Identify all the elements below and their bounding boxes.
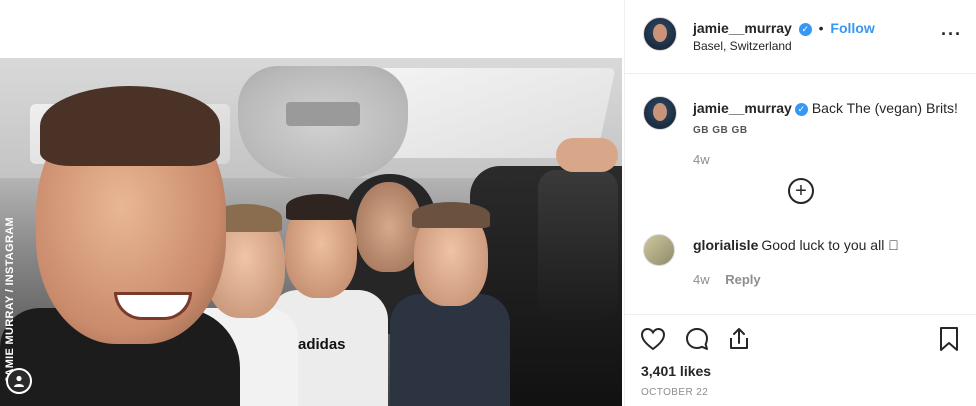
user-tag-icon[interactable] [6, 368, 32, 394]
caption-timestamp[interactable]: 4w [693, 152, 710, 167]
comment-timestamp[interactable]: 4w [693, 272, 710, 287]
heart-icon[interactable] [639, 325, 667, 353]
follow-button[interactable]: Follow [830, 20, 874, 36]
load-more-comments-icon[interactable]: + [788, 178, 814, 204]
avatar[interactable] [643, 96, 677, 130]
shirt-logo: adidas [298, 336, 346, 353]
verified-badge-icon: ✓ [798, 22, 812, 36]
caption-author[interactable]: jamie__murray [693, 100, 792, 116]
avatar[interactable] [643, 17, 677, 51]
comment-icon[interactable] [683, 325, 711, 353]
bookmark-icon[interactable] [935, 325, 963, 353]
person-hair [412, 202, 490, 228]
verified-badge-icon: ✓ [794, 102, 808, 116]
comment-author[interactable]: glorialisle [693, 237, 758, 253]
post-header: jamie__murray ✓ • Follow Basel, Switzerl… [625, 0, 976, 74]
post-sidebar: jamie__murray ✓ • Follow Basel, Switzerl… [624, 0, 976, 406]
author-username[interactable]: jamie__murray [693, 20, 792, 36]
share-icon[interactable] [725, 325, 753, 353]
avatar[interactable] [643, 234, 675, 266]
likes-count[interactable]: 3,401 likes [641, 363, 711, 379]
post-caption: jamie__murray ✓ Back The (vegan) Brits! GB… [693, 98, 963, 141]
person-face [356, 182, 422, 272]
person-body [390, 294, 510, 406]
separator-dot: • [818, 20, 824, 36]
overhead-console [238, 66, 408, 178]
person-icon [14, 375, 24, 387]
comment: glorialisleGood luck to you all 🏽 [693, 237, 963, 253]
post-date[interactable]: OCTOBER 22 [641, 387, 708, 398]
post-photo[interactable]: adidas [0, 58, 622, 406]
headrest [538, 170, 618, 320]
comment-text: Good luck to you all [761, 237, 885, 253]
photo-credit-text: JAMIE MURRAY / INSTAGRAM [4, 217, 16, 383]
hand [556, 138, 618, 172]
reply-button[interactable]: Reply [725, 272, 760, 287]
caption-text: Back The (vegan) Brits! [811, 100, 958, 116]
post-actions: 3,401 likes OCTOBER 22 [625, 314, 976, 406]
flag-emojis: GB GB GB [693, 125, 748, 136]
more-options-icon[interactable]: ··· [941, 24, 962, 45]
comment-meta: 4w Reply [693, 272, 761, 287]
post-location[interactable]: Basel, Switzerland [693, 39, 792, 53]
header-user-line: jamie__murray ✓ • Follow [693, 20, 875, 36]
person-hair [40, 86, 220, 166]
person-hair [286, 194, 354, 220]
